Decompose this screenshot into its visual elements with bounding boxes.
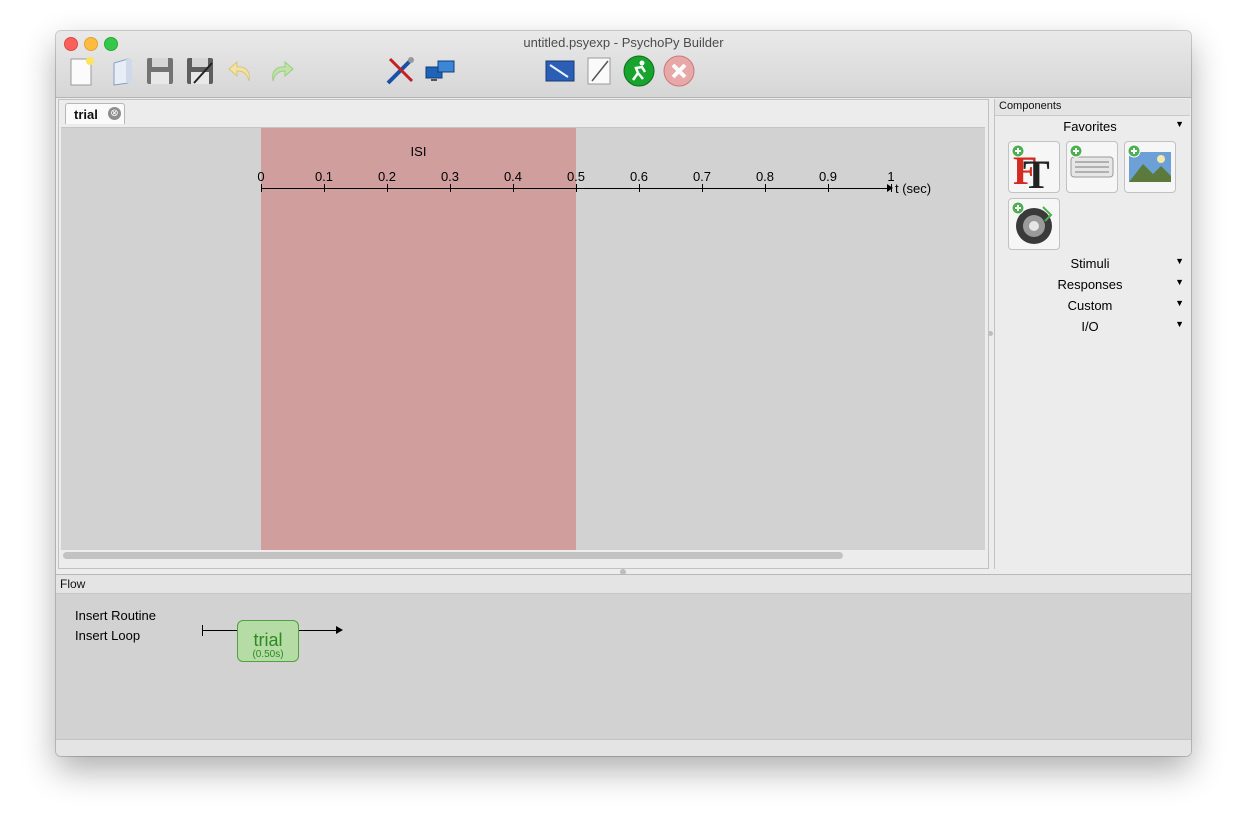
save-button[interactable] [144,55,176,87]
save-as-button[interactable] [184,55,216,87]
preferences-button[interactable] [384,55,416,87]
components-panel: Components Favorites ▼ FT Stimuli ▼ Resp… [994,99,1190,569]
components-header: Components [995,99,1190,116]
insert-routine-button[interactable]: Insert Routine [75,608,156,623]
routine-panel: trial ⊗ ISI t (sec) 0 0.1 0.2 0.3 0.4 0.5 0.6 0… [58,99,989,569]
axis-tick-label: 0.1 [314,169,334,184]
category-label: Stimuli [1070,256,1110,271]
tab-label: trial [74,107,98,122]
axis-tick [891,184,892,192]
category-io[interactable]: I/O ▼ [995,319,1190,339]
undo-button[interactable] [225,55,257,87]
category-label: Favorites [1063,119,1117,134]
builder-window: untitled.psyexp - PsychoPy Builder trial… [56,31,1191,756]
category-responses[interactable]: Responses ▼ [995,277,1190,297]
isi-component-label[interactable]: ISI [399,144,439,159]
axis-tick [702,184,703,192]
flow-title: Flow [60,577,86,591]
open-file-button[interactable] [106,55,138,87]
monitor-icon [425,60,455,81]
category-favorites[interactable]: Favorites ▼ [995,119,1190,139]
image-icon [1127,144,1171,182]
stop-icon [663,55,695,87]
save-as-icon [187,58,213,84]
flow-routine-duration: (0.50s) [252,649,284,660]
flow-header: Flow [56,575,1191,594]
title-bar: untitled.psyexp - PsychoPy Builder [56,31,1191,98]
keyboard-icon [1069,144,1114,178]
axis-tick-label: 0.9 [818,169,838,184]
experiment-settings-button[interactable] [544,55,576,87]
speaker-icon [1011,201,1053,244]
axis-tick [324,184,325,192]
axis-tick-label: 0.5 [566,169,586,184]
svg-text:T: T [1023,152,1050,192]
axis-tick [765,184,766,192]
axis-tick [387,184,388,192]
save-icon [147,58,173,84]
flow-routine-name: trial [253,630,283,650]
chevron-down-icon: ▼ [1175,119,1184,129]
category-custom[interactable]: Custom ▼ [995,298,1190,318]
redo-icon [272,60,294,82]
routine-timeline: ISI t (sec) 0 0.1 0.2 0.3 0.4 0.5 0.6 0.7 0.8 0.9… [61,127,985,550]
monitor-center-button[interactable] [424,55,456,87]
axis-arrow-icon [887,184,893,192]
axis-tick-label: 0.8 [755,169,775,184]
text-component-icon: FT [1011,144,1050,192]
isi-component-bar[interactable] [261,128,576,550]
axis-tick-label: 1 [887,169,895,184]
axis-tick [261,184,262,192]
axis-tick-label: 0.2 [377,169,397,184]
redo-button[interactable] [265,55,297,87]
chevron-down-icon: ▼ [1175,277,1184,287]
script-icon [587,57,611,85]
undo-icon [228,60,250,82]
vertical-splitter[interactable] [986,99,994,569]
stop-button[interactable] [663,55,695,87]
window-title: untitled.psyexp - PsychoPy Builder [523,35,724,50]
category-label: Custom [1067,298,1113,313]
chevron-down-icon: ▼ [1175,256,1184,266]
flow-end-arrow-icon [336,626,343,634]
sound-component-button[interactable] [1008,198,1060,250]
horizontal-scrollbar[interactable] [63,552,843,559]
components-title: Components [999,100,1062,112]
category-label: I/O [1081,319,1099,334]
flow-panel: Flow Insert Routine Insert Loop trial (0… [56,574,1191,740]
run-button[interactable] [623,55,655,87]
axis-tick [828,184,829,192]
axis-tick-label: 0 [257,169,265,184]
keyboard-component-button[interactable] [1066,141,1118,193]
edit-code-button[interactable] [583,55,615,87]
axis-tick-label: 0.6 [629,169,649,184]
axis-tick-label: 0.4 [503,169,523,184]
status-bar [56,739,1191,756]
axis-tick [513,184,514,192]
flow-routine-trial[interactable]: trial (0.50s) [237,620,299,662]
category-stimuli[interactable]: Stimuli ▼ [995,256,1190,276]
text-component-button[interactable]: FT [1008,141,1060,193]
axis-tick-label: 0.7 [692,169,712,184]
open-folder-icon [113,58,132,86]
chevron-down-icon: ▼ [1175,298,1184,308]
axis-tick [639,184,640,192]
axis-tick-label: 0.3 [440,169,460,184]
image-component-button[interactable] [1124,141,1176,193]
splitter-handle-icon[interactable] [988,331,993,336]
category-label: Responses [1057,277,1123,292]
tab-trial[interactable]: trial ⊗ [65,103,125,124]
run-icon [623,55,655,87]
close-tab-icon[interactable]: ⊗ [108,107,121,120]
chevron-down-icon: ▼ [1175,319,1184,329]
new-file-icon [70,57,94,86]
axis-tick [576,184,577,192]
settings-screen-icon [545,60,575,82]
tools-icon [386,57,414,85]
new-file-button[interactable] [65,55,97,87]
axis-tick [450,184,451,192]
insert-loop-button[interactable]: Insert Loop [75,628,140,643]
